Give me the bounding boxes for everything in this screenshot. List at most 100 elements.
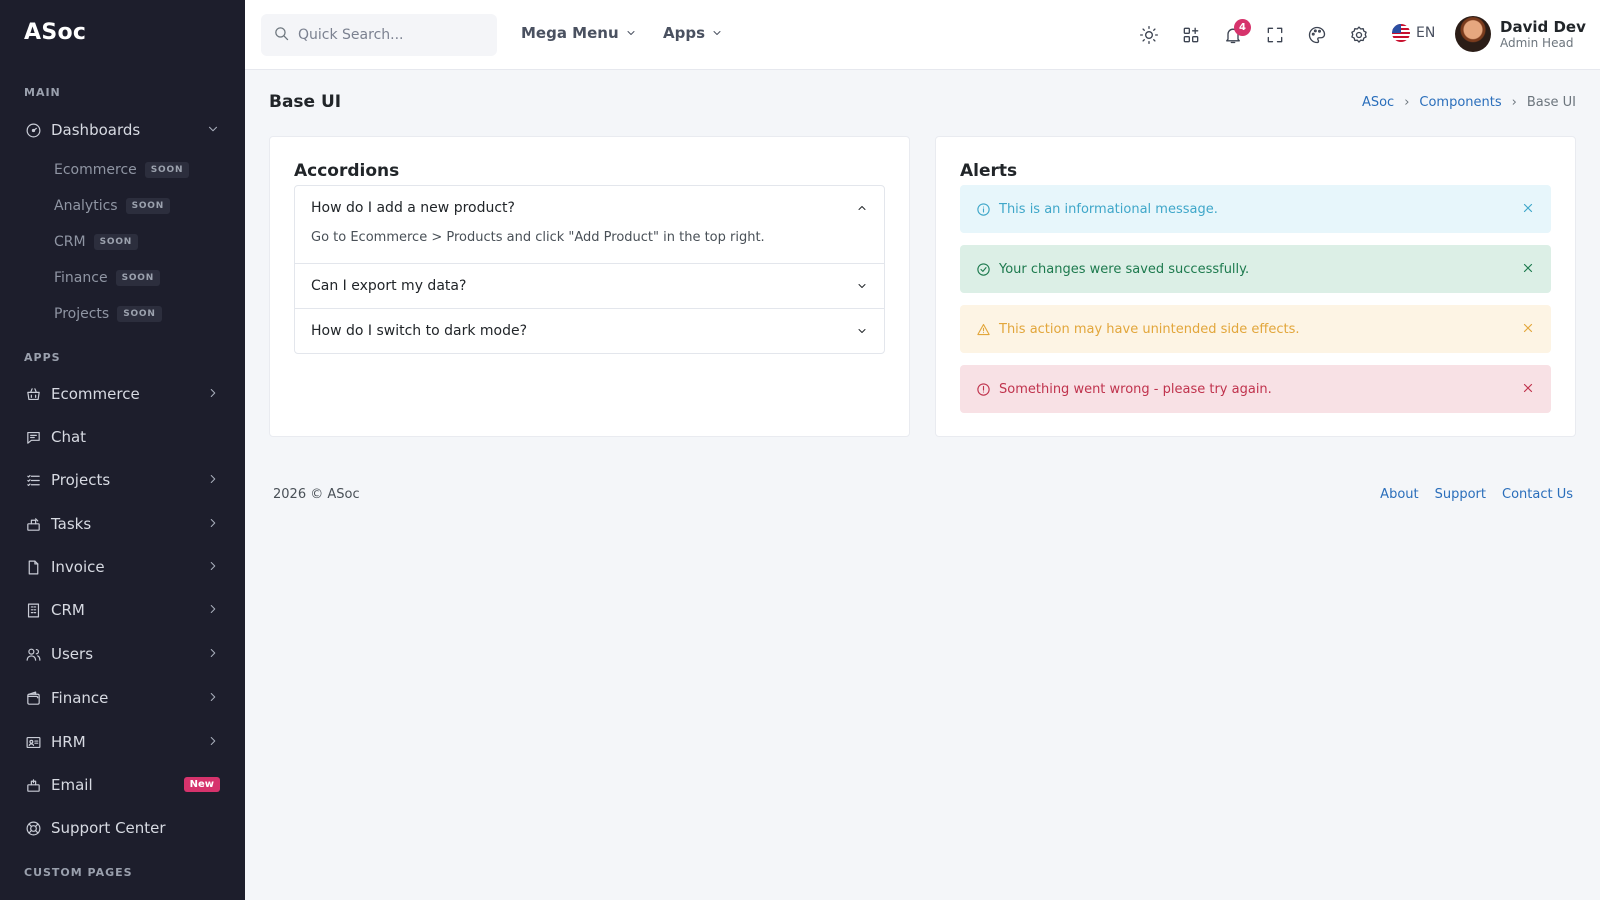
accordion-body: Go to Ecommerce > Products and click "Ad… xyxy=(311,230,765,245)
info-circle-icon xyxy=(976,202,991,217)
footer-link-support[interactable]: Support xyxy=(1435,487,1486,502)
apps-grid-button[interactable] xyxy=(1180,24,1202,46)
mega-menu-dropdown[interactable]: Mega Menu xyxy=(521,24,637,42)
us-flag-icon xyxy=(1392,24,1410,42)
notification-count-badge: 4 xyxy=(1234,19,1251,36)
sidebar: ASoc MAIN Dashboards Ecommerce SOON Anal… xyxy=(0,0,245,900)
soon-badge: SOON xyxy=(93,234,139,250)
alert-message: Your changes were saved successfully. xyxy=(999,261,1250,277)
alert-message: This action may have unintended side eff… xyxy=(999,321,1300,337)
search-input[interactable] xyxy=(298,27,488,43)
sidebar-item-dashboards[interactable]: Dashboards xyxy=(24,117,222,143)
sidebar-item-chat[interactable]: Chat xyxy=(24,424,222,450)
apps-grid-icon xyxy=(1183,27,1199,43)
sidebar-item-label: Dashboards xyxy=(51,121,141,139)
sidebar-item-email[interactable]: Email New xyxy=(24,772,222,798)
sidebar-item-invoice[interactable]: Invoice xyxy=(24,554,222,580)
accordion-header[interactable]: How do I switch to dark mode? xyxy=(295,309,884,353)
breadcrumb-current: Base UI xyxy=(1526,95,1576,110)
breadcrumb-link-home[interactable]: ASoc xyxy=(1362,95,1394,110)
footer-copyright: 2026 © ASoc xyxy=(273,487,360,502)
palette-button[interactable] xyxy=(1306,24,1328,46)
accordion-header[interactable]: How do I add a new product? xyxy=(295,186,884,230)
theme-toggle-button[interactable] xyxy=(1138,24,1160,46)
brand-logo[interactable]: ASoc xyxy=(24,20,86,45)
sidebar-subitem-label: Analytics xyxy=(54,198,118,214)
section-title-apps: APPS xyxy=(24,351,61,364)
page-title: Base UI xyxy=(269,92,342,112)
settings-button[interactable] xyxy=(1348,24,1370,46)
sidebar-subitem-finance[interactable]: Finance SOON xyxy=(54,268,161,288)
chevron-right-icon xyxy=(206,386,220,400)
chevron-down-icon xyxy=(627,31,635,35)
mega-menu-label: Mega Menu xyxy=(521,24,619,42)
check-circle-icon xyxy=(976,262,991,277)
card-title: Alerts xyxy=(960,161,1018,181)
accordion-question: How do I add a new product? xyxy=(311,200,515,216)
new-badge: New xyxy=(183,777,220,792)
chevron-right-icon xyxy=(206,516,220,530)
close-icon[interactable] xyxy=(1521,381,1535,395)
file-icon xyxy=(24,558,42,576)
sidebar-item-ecommerce[interactable]: Ecommerce xyxy=(24,381,222,407)
sidebar-subitem-analytics[interactable]: Analytics SOON xyxy=(54,196,171,216)
footer-links: About Support Contact Us xyxy=(1380,487,1573,502)
chat-icon xyxy=(24,428,42,446)
accordion-item: Can I export my data? xyxy=(295,264,884,309)
sidebar-item-label: Tasks xyxy=(51,515,92,533)
accordion-item: How do I switch to dark mode? xyxy=(295,309,884,353)
fullscreen-icon xyxy=(1267,27,1283,43)
lifebuoy-icon xyxy=(24,819,42,837)
accordion: How do I add a new product? Go to Ecomme… xyxy=(294,185,885,354)
language-selector[interactable]: EN xyxy=(1392,24,1435,42)
mailbox-icon xyxy=(24,776,42,794)
chevron-right-icon xyxy=(206,646,220,660)
list-icon xyxy=(24,471,42,489)
chevron-up-icon xyxy=(858,206,866,210)
sidebar-item-projects[interactable]: Projects xyxy=(24,467,222,493)
close-icon[interactable] xyxy=(1521,261,1535,275)
sidebar-item-crm[interactable]: CRM xyxy=(24,597,222,623)
close-icon[interactable] xyxy=(1521,321,1535,335)
footer-link-about[interactable]: About xyxy=(1380,487,1418,502)
avatar[interactable] xyxy=(1455,16,1491,52)
sidebar-item-label: Chat xyxy=(51,428,87,446)
user-name[interactable]: David Dev xyxy=(1500,18,1586,36)
breadcrumb-link-components[interactable]: Components xyxy=(1419,95,1501,110)
chevron-down-icon xyxy=(858,284,866,288)
accordion-header[interactable]: Can I export my data? xyxy=(295,264,884,308)
wallet-icon xyxy=(24,689,42,707)
chevron-right-icon xyxy=(206,602,220,616)
sidebar-subitem-projects[interactable]: Projects SOON xyxy=(54,304,162,324)
apps-label: Apps xyxy=(663,24,706,42)
sidebar-item-finance[interactable]: Finance xyxy=(24,685,222,711)
close-icon[interactable] xyxy=(1521,201,1535,215)
user-role: Admin Head xyxy=(1500,36,1574,50)
alert-warning: This action may have unintended side eff… xyxy=(960,305,1551,353)
apps-dropdown[interactable]: Apps xyxy=(663,24,723,42)
sidebar-item-label: HRM xyxy=(51,733,86,751)
sidebar-item-label: Invoice xyxy=(51,558,105,576)
chevron-down-icon xyxy=(206,122,220,136)
gauge-icon xyxy=(24,121,42,139)
fullscreen-button[interactable] xyxy=(1264,24,1286,46)
alert-danger: Something went wrong - please try again. xyxy=(960,365,1551,413)
notifications-button[interactable]: 4 xyxy=(1222,19,1251,46)
id-card-icon xyxy=(24,733,42,751)
palette-icon xyxy=(1308,26,1326,44)
search-box[interactable] xyxy=(261,14,497,56)
sidebar-item-hrm[interactable]: HRM xyxy=(24,729,222,755)
sidebar-subitem-crm[interactable]: CRM SOON xyxy=(54,232,139,252)
alert-info: This is an informational message. xyxy=(960,185,1551,233)
sidebar-item-users[interactable]: Users xyxy=(24,641,222,667)
footer-link-contact-us[interactable]: Contact Us xyxy=(1502,487,1573,502)
sidebar-item-label: CRM xyxy=(51,601,85,619)
sidebar-subitem-ecommerce[interactable]: Ecommerce SOON xyxy=(54,160,190,180)
chevron-right-icon xyxy=(206,472,220,486)
sidebar-item-support-center[interactable]: Support Center xyxy=(24,815,222,841)
chevron-down-icon xyxy=(858,329,866,333)
sidebar-item-tasks[interactable]: Tasks xyxy=(24,511,222,537)
alert-message: Something went wrong - please try again. xyxy=(999,381,1272,397)
section-title-main: MAIN xyxy=(24,86,61,99)
users-icon xyxy=(24,645,42,663)
